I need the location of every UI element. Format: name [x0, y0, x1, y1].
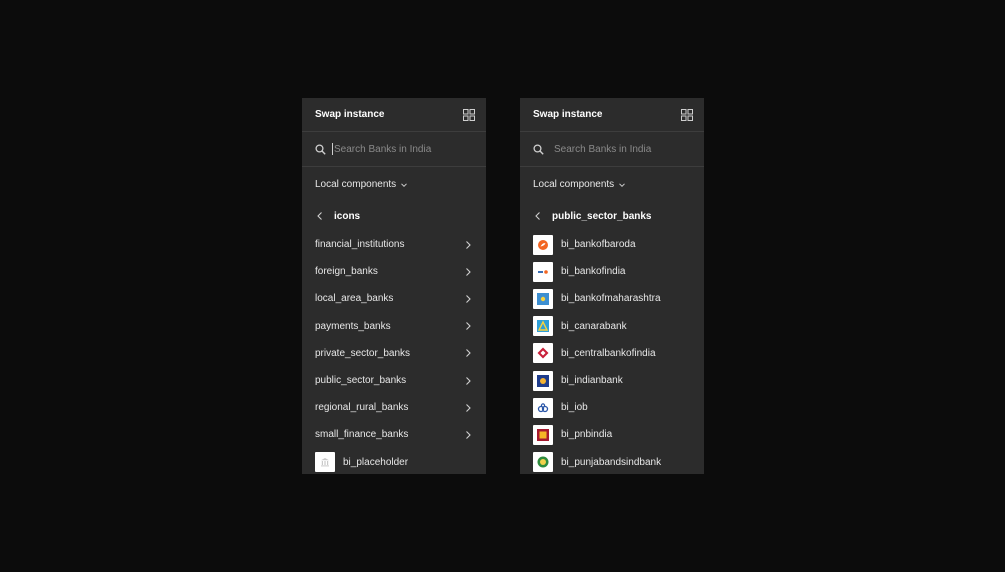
folder-label: public_sector_banks — [315, 375, 407, 387]
component-item[interactable]: bi_bankofindia — [520, 258, 704, 285]
component-label: bi_canarabank — [561, 320, 627, 332]
component-item[interactable]: bi_punjabandsindbank — [520, 449, 704, 475]
search-input[interactable] — [334, 143, 473, 155]
folder-item[interactable]: private_sector_banks — [302, 340, 486, 367]
panel-title: Swap instance — [533, 109, 603, 120]
centralbankofindia-thumbnail — [533, 343, 553, 364]
punjab-and-sind-bank-logo-icon — [537, 456, 549, 468]
bank-placeholder-icon — [321, 458, 329, 467]
folder-label: foreign_banks — [315, 266, 378, 278]
iob-logo-icon — [537, 403, 549, 412]
chevron-right-icon — [466, 349, 471, 358]
canara-bank-logo-icon — [537, 320, 549, 333]
component-item[interactable]: bi_centralbankofindia — [520, 340, 704, 367]
component-item[interactable]: bi_bankofbaroda — [520, 231, 704, 258]
folder-item[interactable]: foreign_banks — [302, 258, 486, 285]
folder-item[interactable]: local_area_banks — [302, 285, 486, 312]
indianbank-thumbnail — [533, 370, 553, 391]
text-caret — [332, 143, 333, 155]
component-label: bi_bankofbaroda — [561, 239, 636, 251]
grid-view-icon[interactable] — [463, 108, 475, 121]
folder-item[interactable]: regional_rural_banks — [302, 394, 486, 421]
chevron-down-icon — [619, 182, 626, 187]
folder-item[interactable]: small_finance_banks — [302, 421, 486, 448]
component-item[interactable]: bi_indianbank — [520, 367, 704, 394]
pnb-logo-icon — [537, 428, 549, 441]
component-item[interactable]: bi_placeholder — [302, 449, 486, 475]
bank-of-maharashtra-logo-icon — [537, 292, 549, 305]
current-folder-name: icons — [334, 210, 361, 222]
panel-header: Swap instance — [520, 98, 704, 132]
back-navigation[interactable]: icons — [302, 201, 486, 231]
library-dropdown[interactable]: Local components — [302, 168, 486, 201]
component-item[interactable]: bi_canarabank — [520, 313, 704, 340]
component-list: bi_bankofbaroda bi_bankofindia bi_bankof… — [520, 231, 704, 474]
folder-label: financial_institutions — [315, 239, 405, 251]
search-icon — [533, 143, 544, 155]
folder-label: regional_rural_banks — [315, 402, 409, 414]
bank-of-india-logo-icon — [538, 269, 548, 274]
component-label: bi_bankofmaharashtra — [561, 293, 661, 305]
chevron-right-icon — [466, 376, 471, 385]
central-bank-of-india-logo-icon — [537, 347, 549, 359]
iob-thumbnail — [533, 397, 553, 418]
folder-label: private_sector_banks — [315, 347, 411, 359]
chevron-right-icon — [466, 240, 471, 249]
folder-item[interactable]: public_sector_banks — [302, 367, 486, 394]
component-label: bi_placeholder — [343, 456, 409, 468]
bank-of-baroda-logo-icon — [538, 239, 548, 250]
library-dropdown[interactable]: Local components — [520, 168, 704, 201]
panel-title: Swap instance — [315, 109, 385, 120]
folder-item[interactable]: financial_institutions — [302, 231, 486, 258]
dropdown-label: Local components — [315, 179, 397, 190]
indian-bank-logo-icon — [537, 374, 549, 387]
component-label: bi_centralbankofindia — [561, 347, 656, 359]
component-label: bi_bankofindia — [561, 266, 626, 278]
component-item[interactable]: bi_iob — [520, 394, 704, 421]
component-label: bi_pnbindia — [561, 429, 613, 441]
chevron-left-icon[interactable] — [315, 211, 325, 221]
folder-label: small_finance_banks — [315, 429, 409, 441]
folder-label: payments_banks — [315, 320, 391, 332]
folder-item[interactable]: payments_banks — [302, 313, 486, 340]
chevron-right-icon — [466, 322, 471, 331]
swap-instance-panel-left: Swap instance Local components icons fin… — [302, 98, 486, 474]
punjabandsindbank-thumbnail — [533, 452, 553, 473]
dropdown-label: Local components — [533, 179, 615, 190]
chevron-left-icon[interactable] — [533, 211, 543, 221]
component-label: bi_indianbank — [561, 375, 623, 387]
search-row — [302, 132, 486, 167]
swap-instance-panel-right: Swap instance Local components public_se… — [520, 98, 704, 474]
chevron-right-icon — [466, 267, 471, 276]
component-label: bi_punjabandsindbank — [561, 456, 662, 468]
search-input[interactable] — [554, 143, 691, 155]
current-folder-name: public_sector_banks — [552, 210, 652, 222]
component-item[interactable]: bi_pnbindia — [520, 421, 704, 448]
pnbindia-thumbnail — [533, 424, 553, 445]
component-item[interactable]: bi_bankofmaharashtra — [520, 285, 704, 312]
canarabank-thumbnail — [533, 316, 553, 337]
bankofmaharashtra-thumbnail — [533, 288, 553, 309]
grid-view-icon[interactable] — [681, 108, 693, 121]
search-row — [520, 132, 704, 167]
chevron-right-icon — [466, 431, 471, 439]
panel-header: Swap instance — [302, 98, 486, 132]
bankofindia-thumbnail — [533, 261, 553, 282]
folder-label: local_area_banks — [315, 293, 394, 305]
component-label: bi_iob — [561, 402, 588, 414]
chevron-down-icon — [401, 182, 408, 187]
chevron-right-icon — [466, 403, 471, 412]
placeholder-thumbnail — [315, 452, 335, 473]
back-navigation[interactable]: public_sector_banks — [520, 201, 704, 231]
search-icon — [315, 143, 326, 155]
chevron-right-icon — [466, 295, 471, 303]
bankofbaroda-thumbnail — [533, 234, 553, 255]
folder-list: financial_institutions foreign_banks loc… — [302, 231, 486, 474]
